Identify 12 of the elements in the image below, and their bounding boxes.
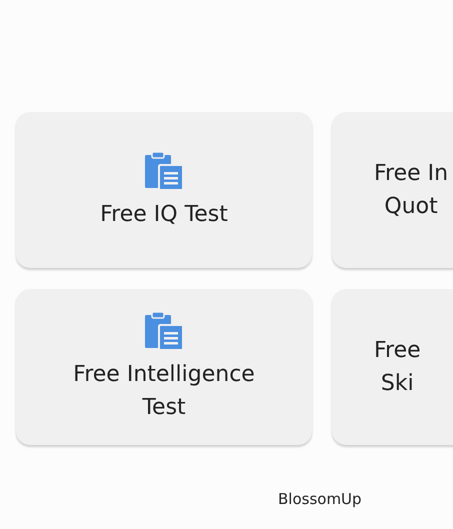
test-card[interactable]: Free In Quot bbox=[332, 112, 453, 268]
card-title-line: Free In bbox=[374, 160, 448, 188]
card-title-line: Free IQ Test bbox=[100, 200, 228, 228]
card-title-line: Quot bbox=[384, 193, 438, 221]
test-card[interactable]: Free Ski bbox=[332, 289, 453, 445]
card-title-line: Test bbox=[142, 394, 186, 422]
brand-name: BlossomUp bbox=[278, 490, 362, 508]
card-title-line: Ski bbox=[380, 370, 414, 398]
card-title-line: Free Intelligence bbox=[73, 361, 255, 389]
test-card[interactable]: Free IQ Test bbox=[16, 112, 312, 268]
card-title-line: Free bbox=[374, 337, 421, 365]
test-card[interactable]: Free Intelligence Test bbox=[16, 289, 312, 445]
